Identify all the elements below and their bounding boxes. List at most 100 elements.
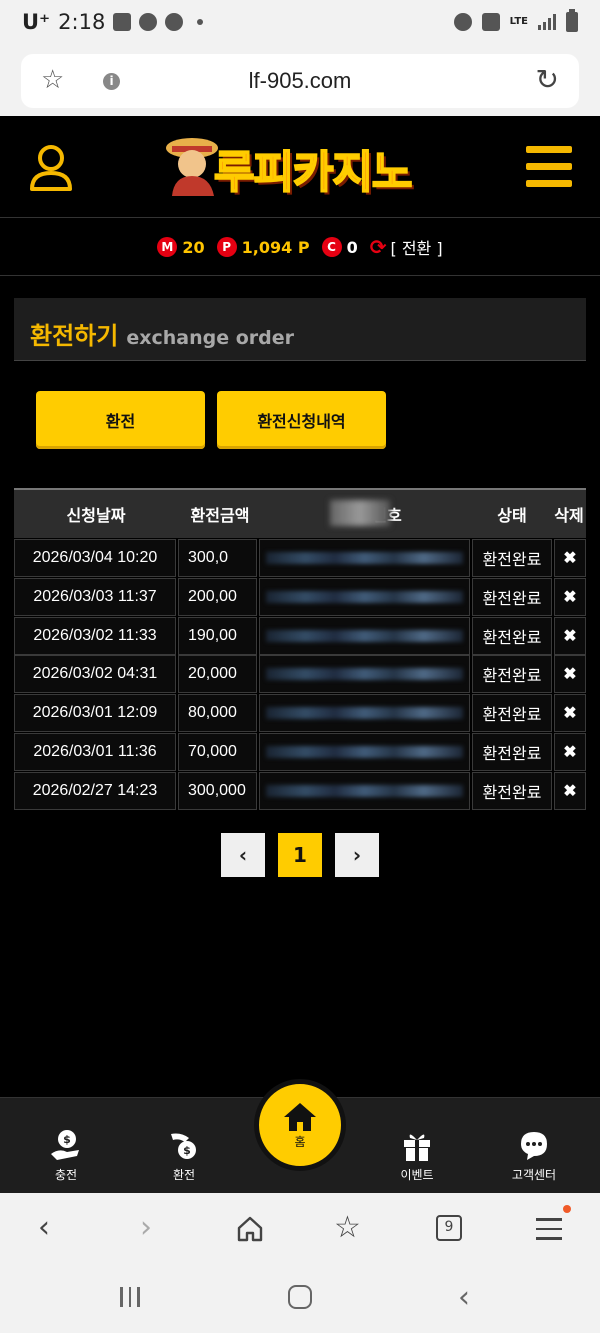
row-amount: 300,000 bbox=[178, 771, 257, 810]
hamburger-menu-icon[interactable] bbox=[526, 146, 572, 188]
nav-event-label: 이벤트 bbox=[400, 1168, 434, 1182]
row-account-redacted bbox=[259, 732, 470, 771]
reload-icon[interactable]: ↻ bbox=[536, 66, 559, 94]
row-amount: 20,000 bbox=[178, 655, 257, 694]
nav-withdraw-label: 환전 bbox=[172, 1168, 196, 1182]
nav-support-label: 고객센터 bbox=[511, 1168, 557, 1182]
exchange-tab-button[interactable]: 환전 bbox=[36, 391, 205, 449]
row-amount: 300,0 bbox=[178, 539, 257, 577]
header-delete: 삭제 bbox=[554, 506, 584, 525]
page-title-korean: 환전하기 bbox=[30, 322, 119, 350]
redacted-blur bbox=[266, 629, 463, 642]
redacted-header-blur bbox=[330, 500, 390, 526]
row-status: 환전완료 bbox=[472, 577, 552, 616]
nav-withdraw[interactable]: $ 환전 bbox=[144, 1128, 224, 1183]
row-status: 환전완료 bbox=[472, 616, 552, 655]
bookmarks-star-icon[interactable]: ☆ bbox=[334, 1213, 361, 1243]
header-date: 신청날짜 bbox=[66, 506, 126, 525]
deposit-icon: $ bbox=[51, 1130, 79, 1160]
android-back-icon[interactable]: ‹ bbox=[458, 1283, 470, 1313]
nav-deposit[interactable]: $ 충전 bbox=[26, 1128, 106, 1183]
point-switch-button[interactable]: ⟳ [ 전환 ] bbox=[370, 235, 443, 259]
battery-icon bbox=[566, 9, 578, 32]
row-delete-button[interactable]: ✖ bbox=[554, 694, 586, 733]
table-row: 2026/03/01 11:36 70,000 환전완료 ✖ bbox=[14, 732, 586, 771]
nav-deposit-label: 충전 bbox=[54, 1168, 78, 1182]
table-row: 2026/03/03 11:37 200,00 환전완료 ✖ bbox=[14, 577, 586, 616]
android-home-icon[interactable] bbox=[288, 1285, 312, 1309]
home-button[interactable]: 홈 bbox=[254, 1079, 346, 1171]
home-label: 홈 bbox=[294, 1134, 306, 1149]
user-account-icon[interactable] bbox=[29, 144, 73, 192]
header-status: 상태 bbox=[497, 506, 527, 525]
row-date: 2026/03/04 10:20 bbox=[14, 539, 176, 577]
nav-event[interactable]: 이벤트 bbox=[377, 1128, 457, 1183]
svg-text:$: $ bbox=[183, 1144, 191, 1157]
row-delete-button[interactable]: ✖ bbox=[554, 655, 586, 694]
coin-balance: C 0 bbox=[321, 237, 358, 257]
row-delete-button[interactable]: ✖ bbox=[554, 616, 586, 655]
withdraw-icon: $ bbox=[171, 1133, 196, 1159]
alert-notification-icon bbox=[139, 13, 158, 31]
money-badge-icon: M bbox=[157, 237, 178, 257]
url-text[interactable]: lf-905.com bbox=[21, 68, 579, 94]
table-row: 2026/03/02 04:31 20,000 환전완료 ✖ bbox=[14, 655, 586, 694]
page-title: 환전하기 exchange order bbox=[14, 298, 586, 361]
redacted-blur bbox=[266, 784, 463, 797]
svg-text:$: $ bbox=[63, 1133, 71, 1146]
switch-label: [ 전환 ] bbox=[390, 239, 443, 258]
page-1-button[interactable]: 1 bbox=[278, 833, 322, 877]
browser-menu-icon[interactable] bbox=[536, 1205, 571, 1240]
row-amount: 70,000 bbox=[178, 732, 257, 771]
row-delete-button[interactable]: ✖ bbox=[554, 539, 586, 577]
row-status: 환전완료 bbox=[472, 539, 552, 577]
support-chat-icon bbox=[521, 1132, 547, 1160]
network-type: LTE bbox=[509, 16, 528, 27]
recent-apps-icon[interactable] bbox=[120, 1287, 140, 1307]
browser-forward-icon[interactable]: › bbox=[140, 1213, 152, 1243]
coin-badge-icon: C bbox=[321, 237, 342, 257]
row-date: 2026/03/02 11:33 bbox=[14, 616, 176, 655]
address-bar[interactable]: ☆ i lf-905.com ↻ bbox=[21, 54, 579, 108]
signal-icon bbox=[538, 14, 556, 30]
tab-count: 9 bbox=[444, 1219, 454, 1235]
more-notifications-icon bbox=[197, 19, 204, 25]
status-bar: U⁺ 2:18 LTE bbox=[0, 0, 600, 44]
nav-support[interactable]: 고객센터 bbox=[494, 1128, 574, 1183]
row-amount: 80,000 bbox=[178, 694, 257, 733]
header-amount: 환전금액 bbox=[190, 506, 250, 525]
row-date: 2026/03/01 12:09 bbox=[14, 694, 176, 733]
browser-back-icon[interactable]: ‹ bbox=[38, 1213, 50, 1243]
row-account-redacted bbox=[259, 694, 470, 733]
row-amount: 190,00 bbox=[178, 616, 257, 655]
row-status: 환전완료 bbox=[472, 771, 552, 810]
next-page-button[interactable]: › bbox=[335, 833, 379, 877]
exchange-history-tab-button[interactable]: 환전신청내역 bbox=[217, 391, 386, 449]
redacted-blur bbox=[266, 590, 463, 603]
site-logo[interactable]: 루피카지노 bbox=[162, 130, 444, 199]
row-status: 환전완료 bbox=[472, 694, 552, 733]
table-row: 2026/03/02 11:33 190,00 환전완료 ✖ bbox=[14, 616, 586, 655]
row-status: 환전완료 bbox=[472, 732, 552, 771]
row-date: 2026/03/03 11:37 bbox=[14, 577, 176, 616]
row-delete-button[interactable]: ✖ bbox=[554, 732, 586, 771]
row-delete-button[interactable]: ✖ bbox=[554, 771, 586, 810]
exchange-history-table: 신청날짜 환전금액 번호 상태 삭제 2026/03/04 10:20300,0… bbox=[14, 488, 586, 811]
prev-page-button[interactable]: ‹ bbox=[221, 833, 265, 877]
points-bar: M 20 P 1,094 P C 0 ⟳ [ 전환 ] bbox=[0, 219, 600, 276]
money-balance: M 20 bbox=[157, 237, 205, 257]
browser-home-icon[interactable] bbox=[236, 1215, 264, 1243]
row-delete-button[interactable]: ✖ bbox=[554, 577, 586, 616]
alarm-icon bbox=[453, 13, 472, 31]
tabs-button[interactable]: 9 bbox=[436, 1215, 462, 1241]
row-status: 환전완료 bbox=[472, 655, 552, 694]
gallery-notification-icon bbox=[113, 13, 132, 31]
redacted-blur bbox=[266, 668, 463, 681]
row-amount: 200,00 bbox=[178, 577, 257, 616]
row-date: 2026/03/01 11:36 bbox=[14, 732, 176, 771]
menu-notification-dot bbox=[563, 1205, 571, 1213]
table-header: 신청날짜 환전금액 번호 상태 삭제 bbox=[14, 488, 586, 538]
row-account-redacted bbox=[259, 577, 470, 616]
mute-icon bbox=[481, 13, 500, 31]
talk-notification-icon bbox=[165, 13, 184, 31]
